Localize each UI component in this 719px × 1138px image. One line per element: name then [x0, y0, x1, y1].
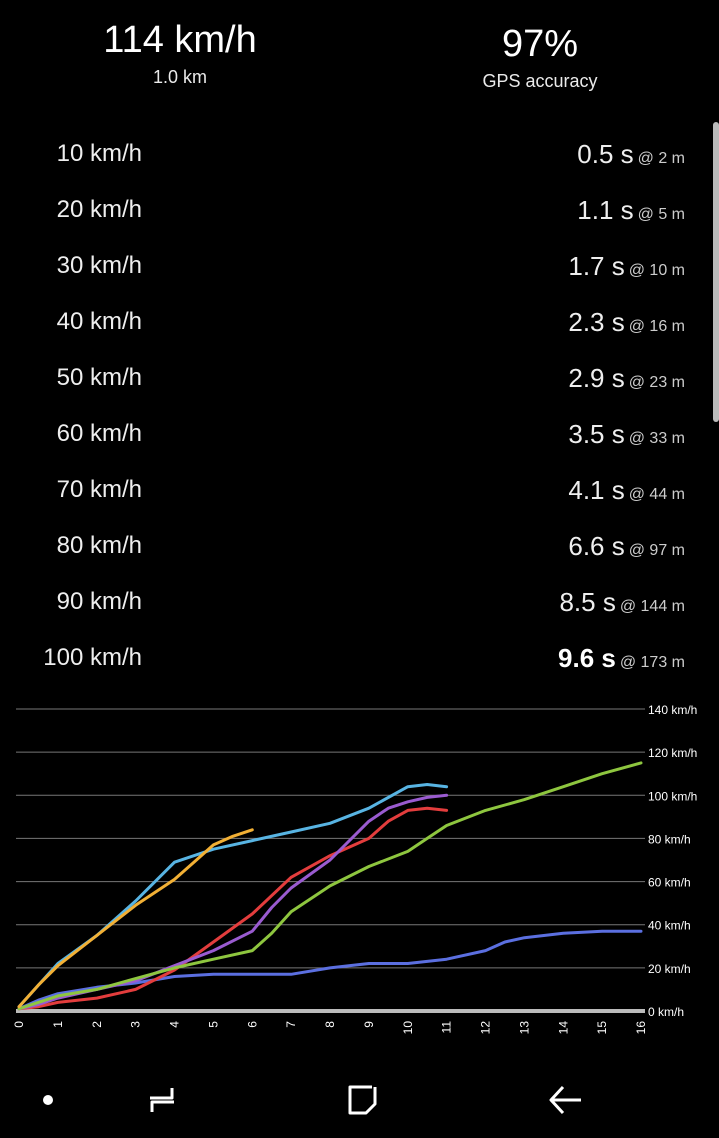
speed-stat: 114 km/h 1.0 km [60, 18, 300, 88]
split-time: 9.6 s [558, 643, 616, 673]
split-result: 0.5 s @ 2 m [577, 139, 685, 174]
split-row: 60 km/h 3.5 s @ 33 m [0, 419, 719, 475]
x-tick-label: 9 [362, 1021, 376, 1028]
y-tick-label: 100 km/h [648, 789, 697, 803]
navigation-bar [0, 1060, 719, 1138]
x-tick-label: 7 [284, 1021, 298, 1028]
split-result: 2.3 s @ 16 m [568, 307, 685, 342]
split-row: 90 km/h 8.5 s @ 144 m [0, 587, 719, 643]
split-speed-label: 90 km/h [56, 588, 142, 615]
split-distance: @ 5 m [637, 206, 685, 223]
split-speed-label: 40 km/h [56, 308, 142, 335]
split-time: 0.5 s [577, 139, 634, 169]
split-row: 50 km/h 2.9 s @ 23 m [0, 363, 719, 419]
split-distance: @ 16 m [628, 318, 685, 335]
series-line [17, 761, 643, 1011]
y-tick-label: 120 km/h [648, 746, 697, 760]
x-tick-label: 6 [245, 1021, 259, 1028]
split-row: 20 km/h 1.1 s @ 5 m [0, 195, 719, 251]
split-speed-label: 80 km/h [56, 532, 142, 559]
split-distance: @ 33 m [628, 430, 685, 447]
split-time: 1.1 s [577, 195, 634, 225]
split-result: 1.7 s @ 10 m [568, 251, 685, 286]
x-tick-label: 4 [168, 1021, 182, 1028]
back-icon[interactable] [543, 1078, 587, 1122]
speed-chart: 0 km/h 20 km/h 40 km/h 60 km/h 80 km/h 100 km… [12, 703, 697, 1035]
x-tick-label: 15 [595, 1021, 609, 1035]
gps-stat: 97% GPS accuracy [420, 22, 660, 92]
current-speed: 114 km/h [103, 19, 257, 61]
split-time: 4.1 s [568, 475, 625, 505]
split-result: 6.6 s @ 97 m [568, 531, 685, 566]
split-time: 8.5 s [559, 587, 616, 617]
y-tick-label: 80 km/h [648, 832, 691, 846]
split-speed-label: 60 km/h [56, 420, 142, 447]
x-tick-label: 16 [634, 1021, 648, 1035]
split-speed-label: 100 km/h [43, 644, 142, 671]
x-tick-label: 12 [479, 1021, 493, 1035]
split-speed-label: 50 km/h [56, 364, 142, 391]
split-time: 3.5 s [568, 419, 625, 449]
split-time: 2.3 s [568, 307, 625, 337]
recents-icon[interactable] [140, 1078, 184, 1122]
split-row: 30 km/h 1.7 s @ 10 m [0, 251, 719, 307]
x-tick-label: 11 [440, 1021, 454, 1034]
split-time: 2.9 s [568, 363, 625, 393]
split-result: 9.6 s @ 173 m [558, 643, 685, 678]
split-distance: @ 2 m [637, 150, 685, 167]
split-speed-label: 70 km/h [56, 476, 142, 503]
gps-accuracy-value: 97% [501, 23, 579, 65]
split-row: 40 km/h 2.3 s @ 16 m [0, 307, 719, 363]
split-row: 80 km/h 6.6 s @ 97 m [0, 531, 719, 587]
x-tick-label: 0 [12, 1021, 26, 1028]
series-line [17, 929, 643, 1011]
y-tick-label: 140 km/h [648, 703, 697, 717]
split-distance: @ 144 m [619, 598, 685, 615]
split-result: 4.1 s @ 44 m [568, 475, 685, 510]
split-distance: @ 23 m [628, 374, 685, 391]
x-tick-label: 14 [556, 1021, 570, 1035]
y-tick-label: 60 km/h [648, 876, 691, 890]
dot-icon[interactable] [26, 1078, 70, 1122]
x-tick-label: 1 [51, 1021, 65, 1028]
split-result: 2.9 s @ 23 m [568, 363, 685, 398]
x-tick-label: 10 [401, 1021, 415, 1035]
split-distance: @ 97 m [628, 542, 685, 559]
y-tick-label: 0 km/h [648, 1005, 684, 1019]
split-result: 1.1 s @ 5 m [577, 195, 685, 230]
x-tick-label: 13 [517, 1021, 531, 1035]
split-speed-label: 20 km/h [56, 196, 142, 223]
split-result: 8.5 s @ 144 m [559, 587, 685, 622]
split-speed-label: 10 km/h [56, 140, 142, 167]
x-tick-label: 5 [206, 1021, 220, 1028]
home-icon[interactable] [340, 1078, 384, 1122]
x-tick-label: 8 [323, 1021, 337, 1028]
y-tick-label: 20 km/h [648, 962, 691, 976]
split-row: 70 km/h 4.1 s @ 44 m [0, 475, 719, 531]
y-tick-label: 40 km/h [648, 919, 691, 933]
split-distance: @ 173 m [619, 654, 685, 671]
scrollbar[interactable] [713, 122, 719, 422]
x-tick-label: 2 [90, 1021, 104, 1028]
split-time: 1.7 s [568, 251, 625, 281]
x-tick-label: 3 [129, 1021, 143, 1028]
split-distance: @ 44 m [628, 486, 685, 503]
split-distance: @ 10 m [628, 262, 685, 279]
split-speed-label: 30 km/h [56, 252, 142, 279]
split-result: 3.5 s @ 33 m [568, 419, 685, 454]
distance-value: 1.0 km [152, 67, 208, 87]
split-row: 10 km/h 0.5 s @ 2 m [0, 139, 719, 195]
split-time: 6.6 s [568, 531, 625, 561]
gps-accuracy-label: GPS accuracy [482, 71, 598, 91]
